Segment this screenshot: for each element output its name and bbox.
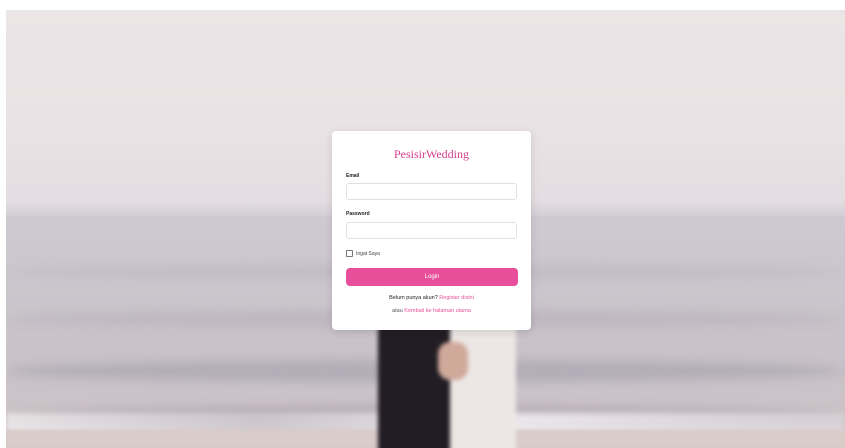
email-input[interactable] <box>346 183 517 200</box>
arm <box>438 342 468 380</box>
remember-checkbox[interactable] <box>346 250 353 257</box>
home-link[interactable]: Kembali ke halaman utama <box>404 308 471 314</box>
register-line: Belum punya akun? Register disini <box>332 295 531 301</box>
password-label: Password <box>346 211 370 217</box>
email-label: Email <box>346 173 360 179</box>
login-card: PesisirWedding Email Password Ingat Saya… <box>332 131 531 330</box>
login-button[interactable]: Login <box>346 268 518 286</box>
register-link[interactable]: Register disini <box>439 295 474 301</box>
remember-label: Ingat Saya <box>356 250 380 257</box>
or-text: atau <box>392 308 403 314</box>
register-prompt: Belum punya akun? <box>389 295 438 301</box>
home-line: atau Kembali ke halaman utama <box>332 308 531 314</box>
brand-title: PesisirWedding <box>393 147 470 161</box>
password-input[interactable] <box>346 222 517 239</box>
remember-me[interactable]: Ingat Saya <box>346 250 380 257</box>
